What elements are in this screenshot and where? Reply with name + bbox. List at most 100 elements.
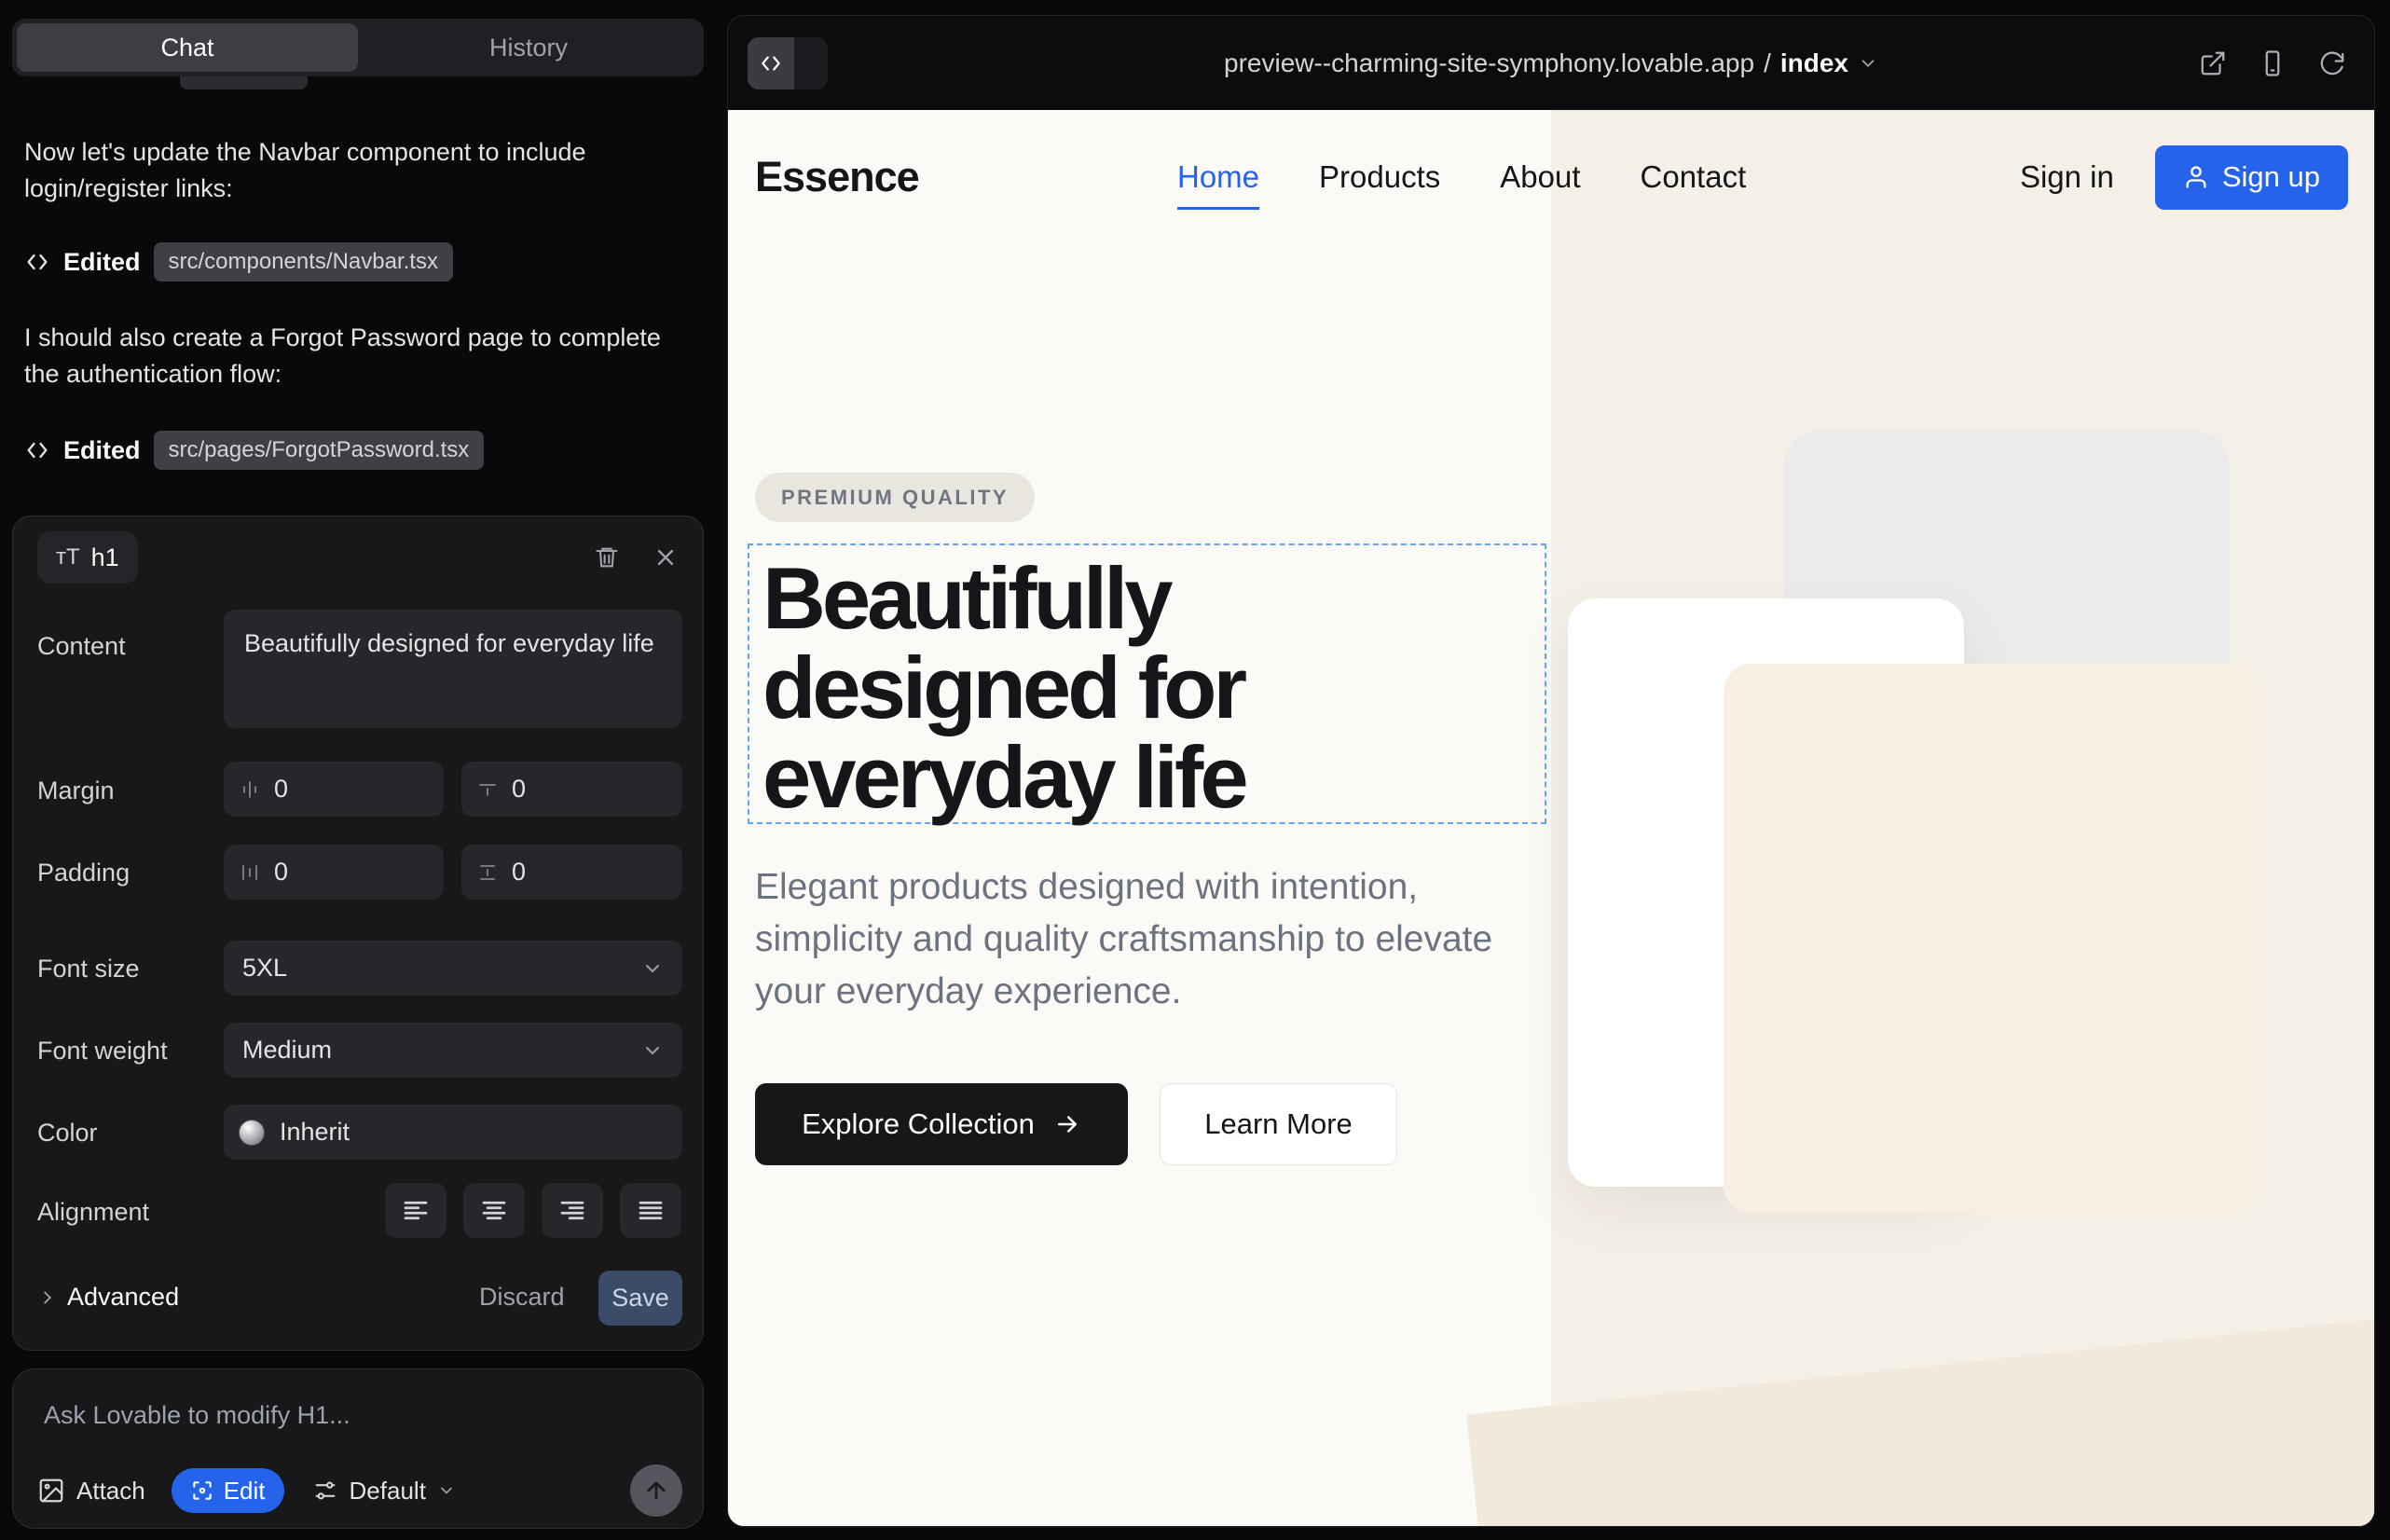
margin-y-field[interactable] <box>461 762 682 817</box>
padding-y-input[interactable] <box>512 858 667 887</box>
browser-actions <box>2199 16 2346 110</box>
align-left-icon[interactable] <box>385 1183 446 1238</box>
file-badge[interactable]: src/components/Navbar.tsx <box>154 242 453 282</box>
color-value: Inherit <box>280 1118 350 1147</box>
margin-label: Margin <box>37 777 115 805</box>
save-button[interactable]: Save <box>598 1271 682 1326</box>
advanced-label: Advanced <box>67 1283 179 1312</box>
tag-name: h1 <box>91 543 119 572</box>
attach-button[interactable]: Attach <box>37 1477 145 1506</box>
site-logo[interactable]: Essence <box>755 110 919 244</box>
element-editor-panel: тT h1 Content Beautifully designed for e… <box>12 516 704 1351</box>
preview-url: preview--charming-site-symphony.lovable.… <box>1224 48 1754 78</box>
font-weight-label: Font weight <box>37 1037 168 1066</box>
nav-link-home[interactable]: Home <box>1177 159 1259 195</box>
content-input[interactable]: Beautifully designed for everyday life <box>224 610 682 728</box>
send-button[interactable] <box>630 1464 682 1517</box>
advanced-toggle[interactable]: Advanced <box>37 1283 179 1312</box>
sign-up-button[interactable]: Sign up <box>2155 145 2348 210</box>
nav-link-about[interactable]: About <box>1500 159 1580 195</box>
target-icon <box>190 1478 214 1503</box>
code-icon <box>24 437 50 463</box>
route-name[interactable]: index <box>1780 48 1848 78</box>
hero-cta-row: Explore Collection Learn More <box>755 1083 1397 1165</box>
code-icon <box>24 249 50 275</box>
sign-in-button[interactable]: Sign in <box>2020 159 2114 195</box>
nav-link-products[interactable]: Products <box>1319 159 1440 195</box>
edited-file-row: Edited src/pages/ForgotPassword.tsx <box>24 429 484 472</box>
chevron-right-icon <box>37 1287 58 1308</box>
content-label: Content <box>37 632 126 661</box>
tab-history[interactable]: History <box>358 23 699 72</box>
typography-icon: тT <box>56 544 80 571</box>
chevron-down-icon <box>437 1481 456 1500</box>
explore-collection-button[interactable]: Explore Collection <box>755 1083 1128 1165</box>
discard-button[interactable]: Discard <box>479 1283 565 1312</box>
font-size-label: Font size <box>37 955 140 983</box>
font-weight-select[interactable]: Medium <box>224 1023 682 1078</box>
chevron-down-icon <box>641 957 664 980</box>
font-weight-value: Medium <box>242 1036 332 1065</box>
quality-badge: PREMIUM QUALITY <box>755 473 1035 522</box>
site-nav: Home Products About Contact <box>1177 110 1746 244</box>
preview-browser-window: preview--charming-site-symphony.lovable.… <box>727 15 2375 1527</box>
decorative-card-beige <box>1724 664 2260 1213</box>
refresh-icon[interactable] <box>2318 49 2346 77</box>
margin-horizontal-icon <box>239 778 261 801</box>
font-size-select[interactable]: 5XL <box>224 941 682 996</box>
model-default-selector[interactable]: Default <box>312 1477 456 1506</box>
edit-mode-button[interactable]: Edit <box>172 1468 284 1513</box>
align-center-icon[interactable] <box>463 1183 525 1238</box>
attach-label: Attach <box>76 1477 145 1506</box>
color-select[interactable]: Inherit <box>224 1105 682 1160</box>
hero-paragraph: Elegant products designed with intention… <box>755 861 1501 1018</box>
open-external-icon[interactable] <box>2199 49 2227 77</box>
sliders-icon <box>312 1478 338 1504</box>
file-badge[interactable]: src/pages/ForgotPassword.tsx <box>154 431 485 470</box>
explore-label: Explore Collection <box>802 1107 1035 1141</box>
tab-chat[interactable]: Chat <box>17 23 358 72</box>
padding-horizontal-icon <box>239 861 261 884</box>
padding-label: Padding <box>37 859 130 887</box>
nav-link-contact[interactable]: Contact <box>1641 159 1747 195</box>
edited-label: Edited <box>63 436 141 465</box>
font-size-value: 5XL <box>242 954 287 983</box>
url-separator: / <box>1764 48 1771 78</box>
align-right-icon[interactable] <box>542 1183 603 1238</box>
close-icon[interactable] <box>645 537 686 578</box>
composer-input[interactable] <box>44 1401 668 1430</box>
default-label: Default <box>350 1477 426 1506</box>
auth-actions: Sign in Sign up <box>2020 110 2348 244</box>
selected-element-tag: тT h1 <box>37 531 138 584</box>
chat-composer: Attach Edit Default <box>12 1368 704 1529</box>
hero-heading[interactable]: Beautifully designed for everyday life <box>762 554 1536 822</box>
sign-up-label: Sign up <box>2222 160 2320 194</box>
margin-vertical-icon <box>476 778 499 801</box>
chat-history-tabs: Chat History <box>12 19 704 76</box>
margin-x-field[interactable] <box>224 762 444 817</box>
assistant-message: I should also create a Forgot Password p… <box>24 320 690 392</box>
edited-label: Edited <box>63 248 141 277</box>
arrow-up-icon <box>643 1478 669 1504</box>
user-icon <box>2183 164 2209 190</box>
padding-x-input[interactable] <box>274 858 429 887</box>
trash-icon[interactable] <box>586 537 627 578</box>
color-label: Color <box>37 1119 98 1148</box>
chevron-down-icon <box>1858 53 1878 74</box>
chat-panel: Chat History Now let's update the Navbar… <box>0 0 727 1540</box>
alignment-label: Alignment <box>37 1198 149 1227</box>
align-justify-icon[interactable] <box>620 1183 681 1238</box>
site-preview: Essence Home Products About Contact Sign… <box>728 110 2374 1526</box>
padding-y-field[interactable] <box>461 845 682 900</box>
learn-more-button[interactable]: Learn More <box>1160 1083 1397 1165</box>
margin-x-input[interactable] <box>274 775 429 804</box>
padding-vertical-icon <box>476 861 499 884</box>
chevron-down-icon <box>641 1039 664 1062</box>
address-bar[interactable]: preview--charming-site-symphony.lovable.… <box>728 16 2374 110</box>
edit-label: Edit <box>224 1477 266 1506</box>
margin-y-input[interactable] <box>512 775 667 804</box>
mobile-view-icon[interactable] <box>2259 49 2287 77</box>
padding-x-field[interactable] <box>224 845 444 900</box>
edited-file-row: Edited src/components/Navbar.tsx <box>24 241 453 283</box>
composer-toolbar: Attach Edit Default <box>37 1464 682 1517</box>
